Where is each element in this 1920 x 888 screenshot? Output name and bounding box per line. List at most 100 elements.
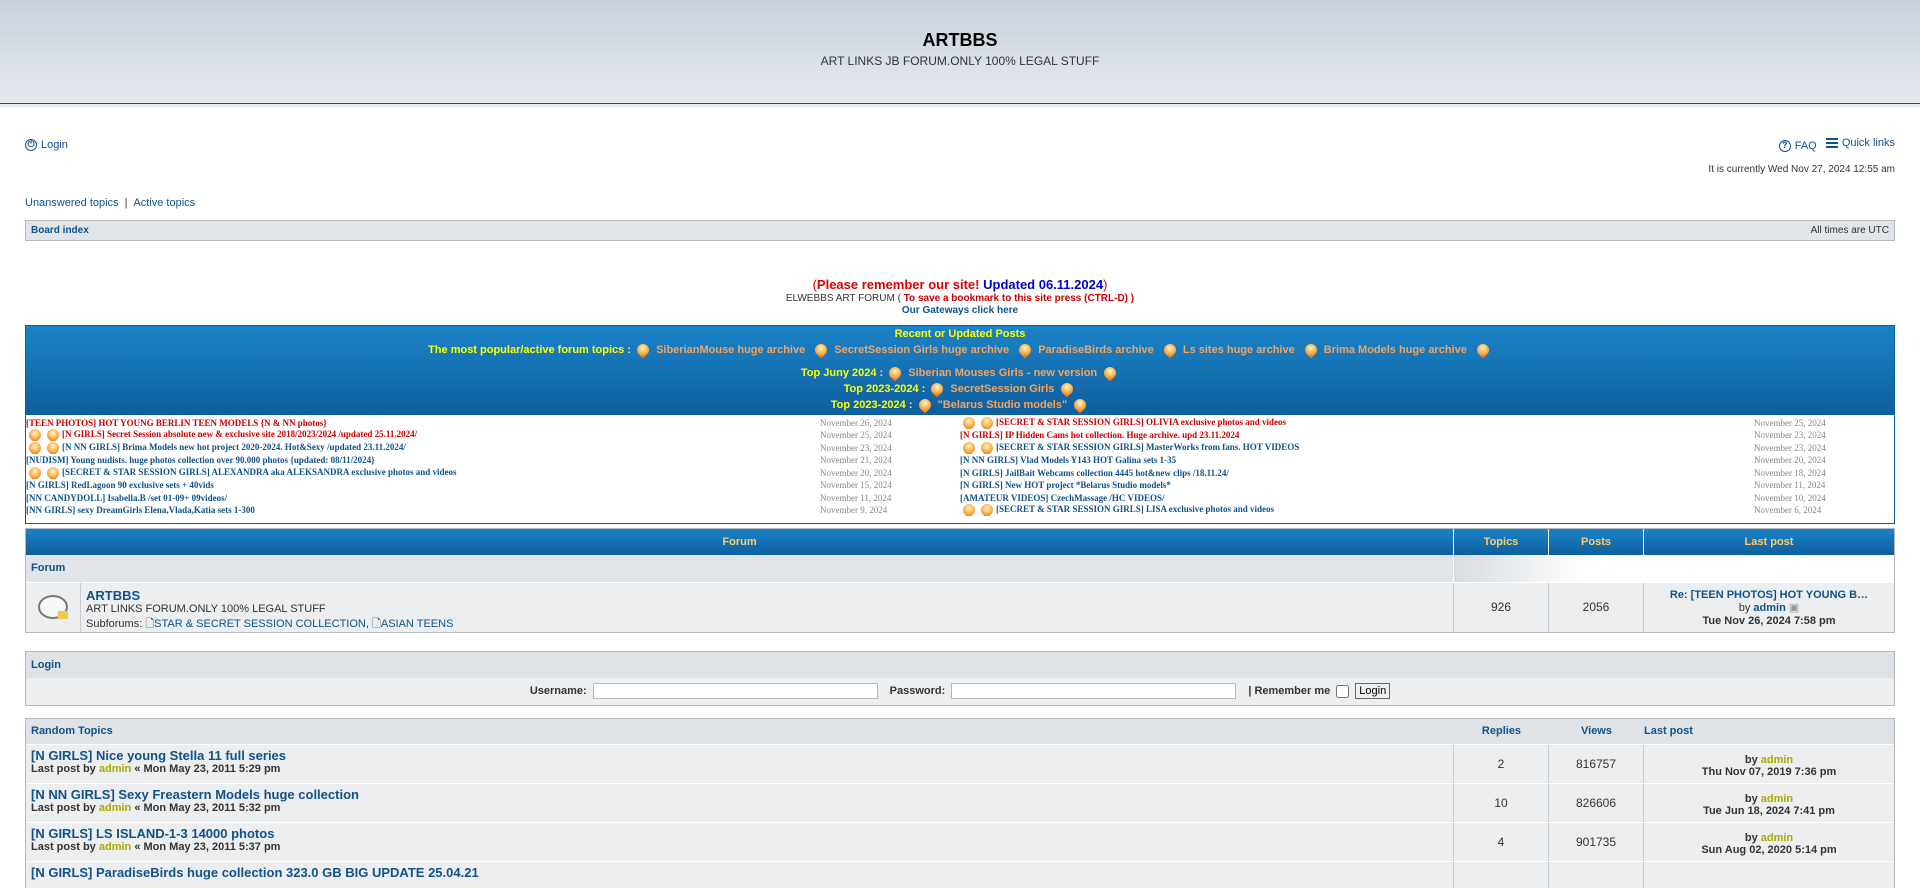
- quick-links-menu[interactable]: Quick links: [1825, 137, 1895, 149]
- top-link-3[interactable]: "Belarus Studio models": [938, 399, 1068, 411]
- table-row: [N NN GIRLS] Sexy Freastern Models huge …: [26, 782, 1894, 822]
- subforum-link-1[interactable]: STAR & SECRET SESSION COLLECTION: [154, 618, 366, 630]
- fire-icon: [1058, 380, 1076, 398]
- recent-post-link[interactable]: [N GIRLS] JailBait Webcams collection 44…: [960, 468, 1229, 478]
- recent-post-date: November 18, 2024: [1754, 467, 1826, 478]
- username-input[interactable]: [592, 683, 878, 700]
- recent-post-link[interactable]: [N NN GIRLS] Brima Models new hot projec…: [26, 441, 406, 454]
- recent-post-link[interactable]: [SECRET & STAR SESSION GIRLS] LISA exclu…: [960, 504, 1274, 517]
- recent-post-item: [N GIRLS] New HOT project *Belarus Studi…: [960, 479, 1894, 492]
- table-row: [N GIRLS] ParadiseBirds huge collection …: [26, 860, 1894, 888]
- question-icon: ?: [1778, 140, 1791, 152]
- fire-icon: [978, 504, 996, 517]
- board-index-link[interactable]: Board index: [31, 225, 89, 236]
- last-post-link[interactable]: Re: [TEEN PHOTOS] HOT YOUNG B…: [1670, 589, 1868, 601]
- view-post-icon[interactable]: ▣: [1789, 602, 1799, 614]
- archive-link-4[interactable]: Ls sites huge archive: [1183, 344, 1295, 356]
- subforum-link-2[interactable]: ASIAN TEENS: [381, 618, 454, 630]
- unanswered-topics-link[interactable]: Unanswered topics: [25, 197, 119, 209]
- login-link[interactable]: ⏻ Login: [25, 137, 68, 152]
- fire-icon: [26, 466, 44, 479]
- recent-post-item: [TEEN PHOTOS] HOT YOUNG BERLIN TEEN MODE…: [26, 417, 960, 430]
- recent-post-link[interactable]: [NN CANDYDOLL] Isabella.B /set 01-09+ 09…: [26, 493, 227, 503]
- recent-post-date: November 10, 2024: [1754, 492, 1826, 503]
- topic-author-link[interactable]: admin: [99, 802, 131, 814]
- archive-link-3[interactable]: ParadiseBirds archive: [1038, 344, 1154, 356]
- fire-icon: [44, 429, 62, 442]
- fire-icon: [44, 441, 62, 454]
- recent-post-date: November 11, 2024: [1754, 480, 1826, 491]
- topic-title-link[interactable]: [N GIRLS] ParadiseBirds huge collection …: [31, 865, 479, 880]
- recent-post-link[interactable]: [N GIRLS] IP Hidden Cams hot collection.…: [960, 430, 1239, 440]
- top-link-1[interactable]: Siberian Mouses Girls - new version: [908, 367, 1097, 379]
- active-topics-link[interactable]: Active topics: [133, 197, 195, 209]
- recent-post-link[interactable]: [NUDISM] Young nudists. huge photos coll…: [26, 455, 375, 465]
- forum-table: Forum Topics Posts Last post Forum ARTBB…: [25, 527, 1895, 633]
- doc-icon: 🗋: [145, 617, 155, 630]
- recent-post-link[interactable]: [AMATEUR VIDEOS] CzechMassage /HC VIDEOS…: [960, 493, 1165, 503]
- recent-post-date: November 20, 2024: [820, 467, 892, 478]
- fire-icon: [1161, 341, 1179, 359]
- remember-text: Please remember our site!: [816, 277, 980, 292]
- recent-post-date: November 23, 2024: [820, 442, 892, 453]
- views-count: [1549, 861, 1644, 888]
- recent-post-item: [N GIRLS] Secret Session absolute new & …: [26, 429, 960, 442]
- last-post-date: Tue Nov 26, 2024 7:58 pm: [1702, 614, 1836, 627]
- last-post-user-link[interactable]: admin: [1761, 793, 1793, 805]
- last-post-date: Tue Jun 18, 2024 7:41 pm: [1703, 804, 1835, 817]
- recent-post-item: [SECRET & STAR SESSION GIRLS] MasterWork…: [960, 441, 1894, 455]
- replies-count: 4: [1454, 822, 1549, 861]
- topic-author-link[interactable]: admin: [99, 763, 131, 775]
- recent-post-link[interactable]: [N GIRLS] New HOT project *Belarus Studi…: [960, 480, 1171, 490]
- recent-left-column: [TEEN PHOTOS] HOT YOUNG BERLIN TEEN MODE…: [26, 417, 960, 517]
- recent-post-link[interactable]: [TEEN PHOTOS] HOT YOUNG BERLIN TEEN MODE…: [26, 418, 327, 428]
- fire-icon: [978, 441, 996, 454]
- gateways-link[interactable]: Our Gateways click here: [902, 305, 1018, 316]
- recent-posts-grid: [TEEN PHOTOS] HOT YOUNG BERLIN TEEN MODE…: [26, 415, 1894, 523]
- archive-link-1[interactable]: SiberianMouse huge archive: [656, 344, 805, 356]
- fire-icon: [960, 441, 978, 454]
- topic-title-link[interactable]: [N GIRLS] LS ISLAND-1-3 14000 photos: [31, 826, 274, 841]
- password-input[interactable]: [951, 683, 1237, 700]
- recent-post-link[interactable]: [SECRET & STAR SESSION GIRLS] ALEXANDRA …: [26, 466, 457, 479]
- updated-text: Updated 06.11.2024: [983, 277, 1104, 292]
- topic-links: Unanswered topics | Active topics: [25, 197, 196, 209]
- login-box-title[interactable]: Login: [26, 651, 1894, 678]
- last-post-user-link[interactable]: admin: [1753, 602, 1785, 614]
- forum-section-row: Forum: [26, 554, 1894, 582]
- archive-link-2[interactable]: SecretSession Girls huge archive: [834, 344, 1009, 356]
- recent-post-date: November 23, 2024: [1754, 442, 1826, 453]
- views-count: 816757: [1549, 744, 1644, 783]
- recent-post-link[interactable]: [N GIRLS] Secret Session absolute new & …: [26, 429, 417, 442]
- topic-title-link[interactable]: [N NN GIRLS] Sexy Freastern Models huge …: [31, 787, 359, 802]
- topic-title-link[interactable]: [N GIRLS] Nice young Stella 11 full seri…: [31, 748, 286, 763]
- table-row: [N GIRLS] LS ISLAND-1-3 14000 photos Last…: [26, 821, 1894, 861]
- top-link-2[interactable]: SecretSession Girls: [950, 383, 1054, 395]
- topic-author-link[interactable]: admin: [99, 841, 131, 853]
- recent-post-link[interactable]: [SECRET & STAR SESSION GIRLS] MasterWork…: [960, 441, 1299, 454]
- last-post-user-link[interactable]: admin: [1761, 754, 1793, 766]
- last-post-user-link[interactable]: admin: [1761, 832, 1793, 844]
- recent-post-link[interactable]: [NN GIRLS] sexy DreamGirls Elena,Vlada,K…: [26, 505, 255, 515]
- site-title[interactable]: ARTBBS: [0, 30, 1920, 51]
- recent-post-date: November 25, 2024: [820, 430, 892, 441]
- archive-link-5[interactable]: Brima Models huge archive: [1324, 344, 1467, 356]
- power-icon: ⏻: [25, 138, 37, 151]
- recent-post-item: [SECRET & STAR SESSION GIRLS] OLIVIA exc…: [960, 416, 1894, 430]
- fire-icon: [916, 396, 934, 414]
- remember-me-checkbox[interactable]: [1336, 684, 1350, 698]
- recent-post-link[interactable]: [SECRET & STAR SESSION GIRLS] OLIVIA exc…: [960, 416, 1286, 429]
- forum-description: ART LINKS FORUM.ONLY 100% LEGAL STUFF: [86, 602, 326, 615]
- popular-band: Recent or Updated Posts The most popular…: [26, 325, 1894, 415]
- recent-post-link[interactable]: [N NN GIRLS] Vlad Models Y143 HOT Galina…: [960, 455, 1176, 465]
- recent-post-date: November 15, 2024: [820, 480, 892, 491]
- recent-post-date: November 25, 2024: [1754, 417, 1826, 428]
- forum-name-link[interactable]: ARTBBS: [86, 588, 140, 603]
- recent-post-item: [N NN GIRLS] Brima Models new hot projec…: [26, 441, 960, 455]
- recent-post-link[interactable]: [N GIRLS] RedLagoon 90 exclusive sets + …: [26, 480, 214, 490]
- login-button[interactable]: Login: [1355, 683, 1391, 700]
- recent-post-item: [AMATEUR VIDEOS] CzechMassage /HC VIDEOS…: [960, 492, 1894, 505]
- nav-bar: ⏻ Login ? FAQ Quick links: [25, 137, 1895, 152]
- faq-link[interactable]: ? FAQ: [1778, 140, 1817, 152]
- replies-count: 2: [1454, 744, 1549, 783]
